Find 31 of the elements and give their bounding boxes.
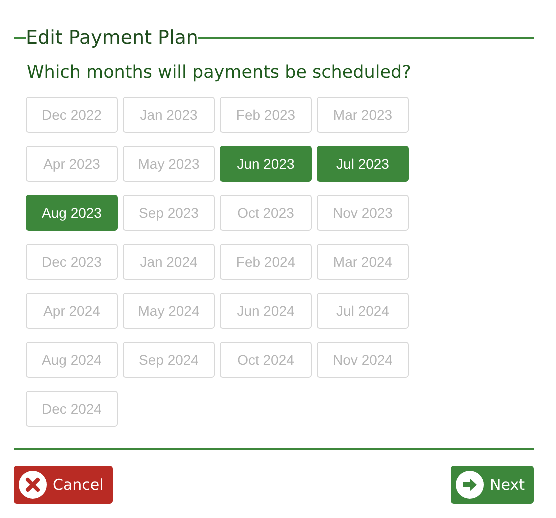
next-button[interactable]: Next — [451, 466, 534, 504]
month-button[interactable]: Jan 2023 — [123, 97, 215, 133]
month-button[interactable]: Apr 2024 — [26, 293, 118, 329]
month-button[interactable]: Jul 2023 — [317, 146, 409, 182]
month-button[interactable]: Mar 2024 — [317, 244, 409, 280]
arrow-right-icon — [456, 471, 484, 499]
month-button[interactable]: Aug 2024 — [26, 342, 118, 378]
month-button[interactable]: Aug 2023 — [26, 195, 118, 231]
month-button[interactable]: Nov 2023 — [317, 195, 409, 231]
month-button[interactable]: Feb 2024 — [220, 244, 312, 280]
month-button[interactable]: Jul 2024 — [317, 293, 409, 329]
month-button[interactable]: Sep 2024 — [123, 342, 215, 378]
cancel-button[interactable]: Cancel — [14, 466, 113, 504]
month-button[interactable]: Jan 2024 — [123, 244, 215, 280]
question-text: Which months will payments be scheduled? — [27, 62, 412, 85]
month-button[interactable]: Jun 2024 — [220, 293, 312, 329]
month-button[interactable]: Jun 2023 — [220, 146, 312, 182]
month-button[interactable]: Sep 2023 — [123, 195, 215, 231]
month-button[interactable]: Dec 2024 — [26, 391, 118, 427]
month-button[interactable]: Nov 2024 — [317, 342, 409, 378]
close-icon — [19, 471, 47, 499]
month-button[interactable]: Mar 2023 — [317, 97, 409, 133]
month-button[interactable]: Feb 2023 — [220, 97, 312, 133]
month-button[interactable]: Dec 2022 — [26, 97, 118, 133]
month-button[interactable]: May 2023 — [123, 146, 215, 182]
month-button[interactable]: Dec 2023 — [26, 244, 118, 280]
month-button[interactable]: Oct 2023 — [220, 195, 312, 231]
month-button[interactable]: Apr 2023 — [26, 146, 118, 182]
form-title: Edit Payment Plan — [26, 26, 198, 51]
month-button[interactable]: May 2024 — [123, 293, 215, 329]
month-button[interactable]: Oct 2024 — [220, 342, 312, 378]
